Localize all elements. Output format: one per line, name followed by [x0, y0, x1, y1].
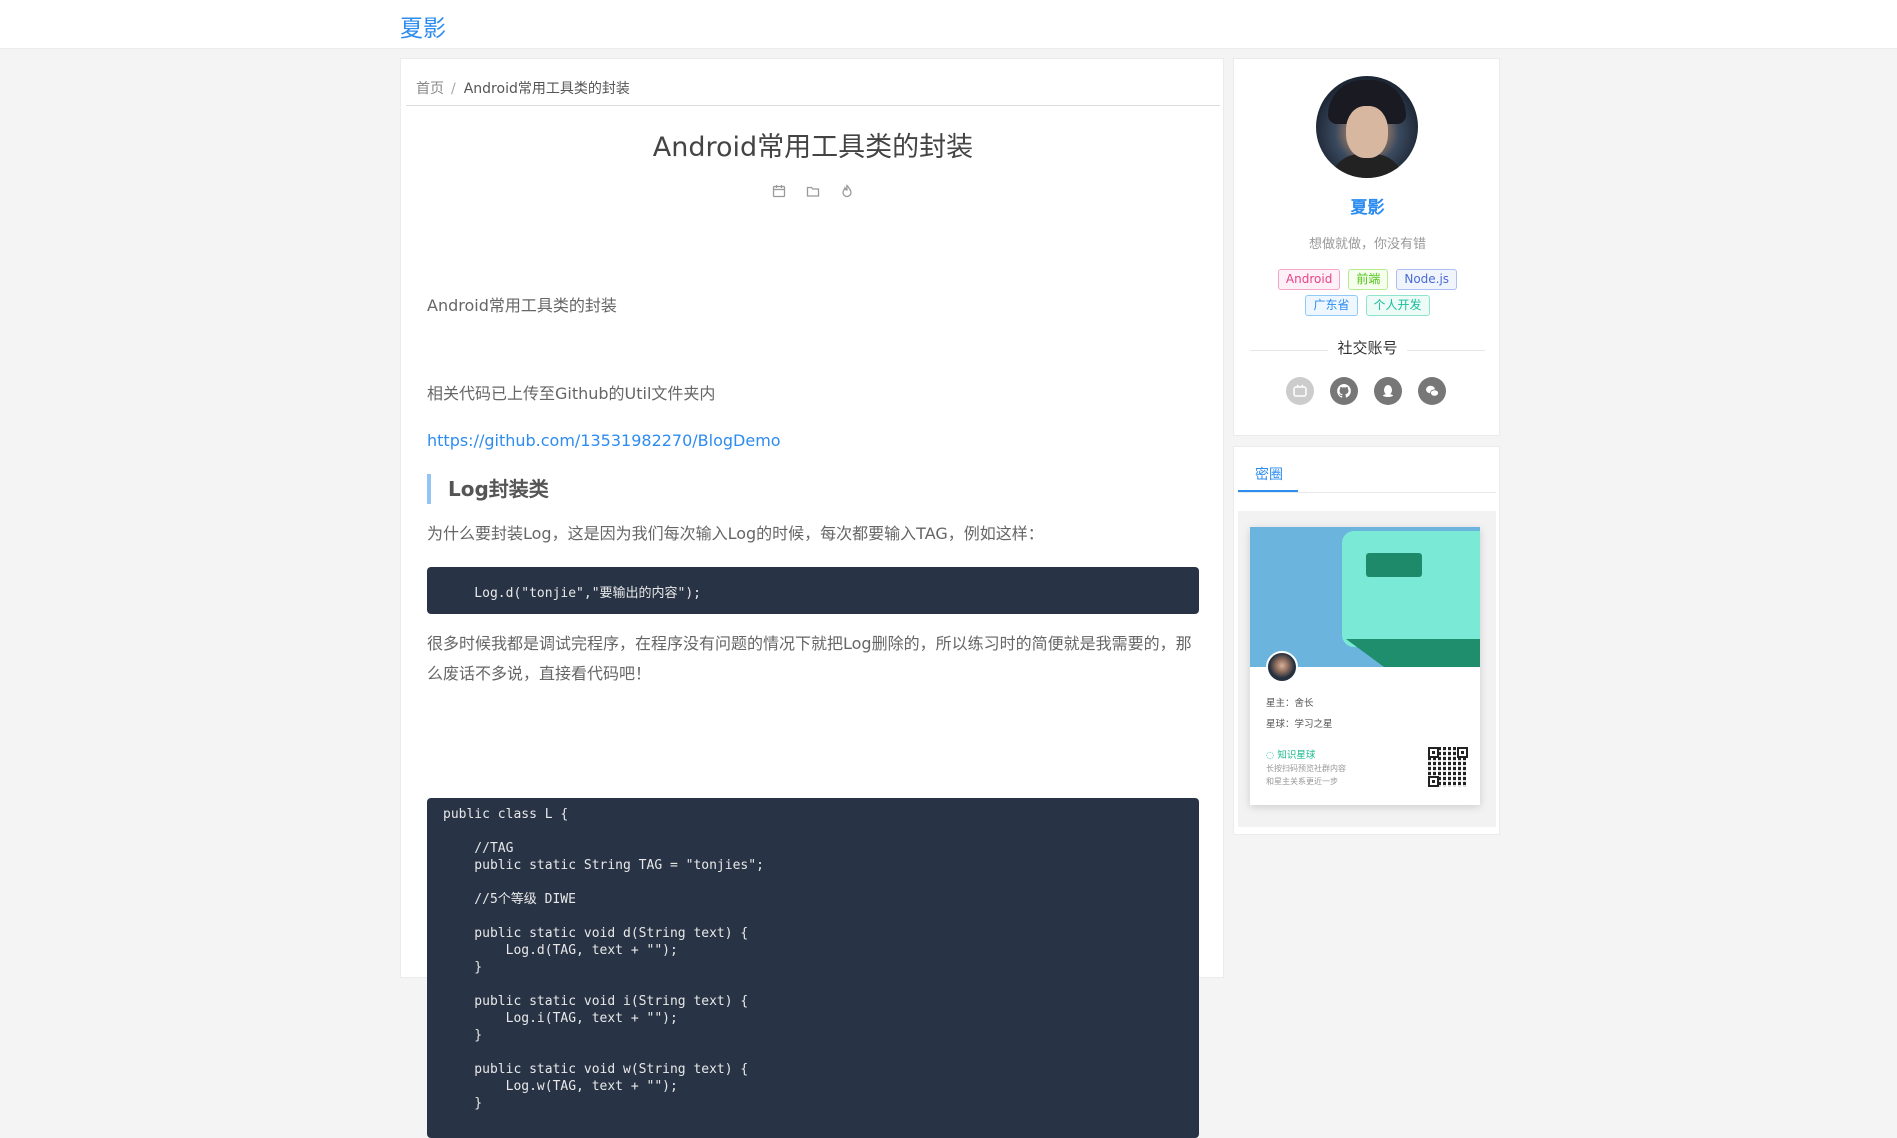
why-paragraph: 为什么要封装Log，这是因为我们每次输入Log的时候，每次都要输入TAG，例如这… [427, 524, 1044, 543]
profile-motto: 想做就做，你没有错 [1308, 237, 1426, 252]
card-owner: 星主：舍长 [1266, 698, 1314, 709]
breadcrumb-separator: / [451, 81, 456, 97]
repo-link[interactable]: https://github.com/13531982270/BlogDemo [427, 431, 781, 450]
profile-card: 夏影 想做就做，你没有错 Android 前端 Node.js 广东省 个人开发… [1233, 58, 1500, 436]
card-line-1: 长按扫码预览社群内容 [1266, 764, 1346, 773]
qr-code-icon [1428, 747, 1468, 787]
envelope-icon [1366, 553, 1422, 577]
circle-widget: 密圈 星主：舍长 星球：学习之星 ◌ 知识星球 长按扫码预览社群内容 和星主关系… [1233, 446, 1500, 835]
card-planet: 星球：学习之星 [1266, 719, 1333, 730]
top-navbar: 夏影 [0, 0, 1897, 49]
card-avatar [1266, 651, 1298, 683]
article-panel: 首页 / Android常用工具类的封装 Android常用工具类的封装 Andro… [400, 58, 1225, 1138]
tag-frontend[interactable]: 前端 [1348, 269, 1389, 290]
upload-note: 相关代码已上传至Github的Util文件夹内 [427, 384, 716, 403]
profile-tags: Android 前端 Node.js 广东省 个人开发 [1264, 269, 1471, 316]
qq-icon[interactable] [1374, 377, 1402, 405]
article-title: Android常用工具类的封装 [652, 132, 974, 163]
explain-paragraph: 很多时候我都是调试完程序，在程序没有问题的情况下就把Log删除的，所以练习时的简… [427, 634, 1192, 683]
tab-divider [1238, 492, 1496, 493]
calendar-icon [772, 185, 786, 198]
tag-android[interactable]: Android [1277, 269, 1341, 290]
breadcrumb-current: Android常用工具类的封装 [463, 81, 630, 97]
knowledge-planet-card[interactable]: 星主：舍长 星球：学习之星 ◌ 知识星球 长按扫码预览社群内容 和星主关系更近一… [1250, 527, 1480, 805]
bilibili-icon[interactable] [1286, 377, 1314, 405]
folder-icon [806, 186, 820, 197]
site-logo[interactable]: 夏影 [400, 9, 446, 43]
card-line-2: 和星主关系更近一步 [1266, 777, 1338, 786]
github-icon[interactable] [1330, 377, 1358, 405]
social-title: 社交账号 [1250, 337, 1485, 358]
repo-link-paragraph: https://github.com/13531982270/BlogDemo [427, 426, 1199, 456]
fire-icon [842, 184, 852, 198]
wechat-icon[interactable] [1418, 377, 1446, 405]
article-meta [401, 184, 1225, 198]
circle-card-container: 星主：舍长 星球：学习之星 ◌ 知识星球 长按扫码预览社群内容 和星主关系更近一… [1238, 511, 1496, 827]
breadcrumb-home[interactable]: 首页 [416, 81, 444, 97]
code-block-class: public class L { //TAG public static Str… [427, 798, 1199, 1138]
breadcrumb: 首页 / Android常用工具类的封装 [406, 59, 1220, 106]
social-links [1286, 377, 1446, 405]
planet-logo-icon: ◌ [1266, 750, 1278, 761]
avatar[interactable] [1316, 76, 1418, 178]
tab-circle[interactable]: 密圈 [1238, 453, 1298, 492]
tag-nodejs[interactable]: Node.js [1396, 269, 1458, 290]
tag-personal-dev[interactable]: 个人开发 [1365, 295, 1430, 316]
profile-name[interactable]: 夏影 [1234, 193, 1501, 218]
code-block-log: Log.d("tonjie","要输出的内容"); [427, 567, 1199, 614]
section-heading: Log封装类 [427, 474, 549, 504]
tag-guangdong[interactable]: 广东省 [1305, 295, 1358, 316]
card-banner-illustration [1250, 527, 1480, 667]
intro-paragraph: Android常用工具类的封装 [427, 296, 617, 315]
card-brand: ◌ 知识星球 [1266, 750, 1316, 761]
